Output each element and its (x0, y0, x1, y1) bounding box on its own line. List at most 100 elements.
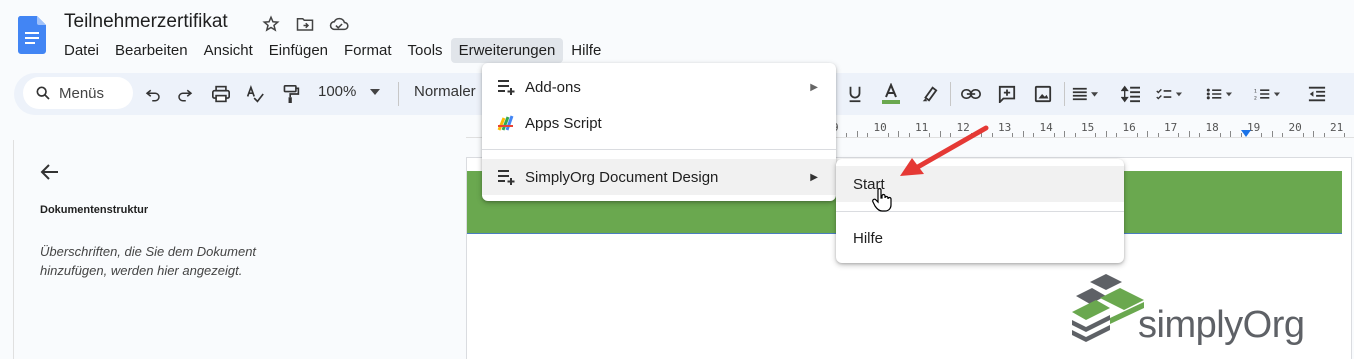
menu-einfuegen[interactable]: Einfügen (261, 38, 336, 63)
ruler-number: 14 (1039, 121, 1053, 134)
ruler-number: 15 (1081, 121, 1095, 134)
addons-icon (496, 77, 516, 97)
outline-hint: Überschriften, die Sie dem Dokument hinz… (40, 244, 257, 278)
ruler-tick (1147, 131, 1149, 137)
menu-datei[interactable]: Datei (56, 38, 107, 63)
ruler-tick (1136, 133, 1138, 137)
addon-list-icon (496, 167, 516, 187)
toolbar-divider (950, 82, 951, 106)
menu-bar: Datei Bearbeiten Ansicht Einfügen Format… (56, 37, 609, 63)
extensions-menu: Add-ons ▶ Apps Script SimplyOrg Document… (482, 63, 836, 201)
ruler-tick (1261, 133, 1263, 137)
toolbar-divider (1064, 82, 1065, 106)
ruler-tick (1219, 133, 1221, 137)
menus-search-label: Menüs (59, 84, 105, 102)
ruler-number: 10 (873, 121, 887, 134)
ruler-tick (1053, 133, 1055, 137)
ruler-tick (1064, 131, 1066, 137)
submenu-item-hilfe[interactable]: Hilfe (836, 220, 1124, 256)
ruler-number: 17 (1164, 121, 1178, 134)
add-comment-icon[interactable] (994, 81, 1020, 107)
print-icon[interactable] (208, 81, 234, 107)
decrease-indent-icon[interactable] (1304, 81, 1330, 107)
menu-format[interactable]: Format (336, 38, 400, 63)
menu-item-label: SimplyOrg Document Design (525, 168, 719, 186)
menu-item-label: Add-ons (525, 78, 581, 96)
menu-item-apps-script[interactable]: Apps Script (482, 105, 836, 141)
zoom-value: 100% (318, 83, 357, 100)
ruler-tick (1282, 133, 1284, 137)
underline-icon[interactable] (842, 81, 868, 107)
undo-icon[interactable] (140, 81, 166, 107)
menu-tools[interactable]: Tools (400, 38, 451, 63)
align-icon[interactable] (1072, 81, 1098, 107)
ruler-tick (1105, 131, 1107, 137)
toolbar-divider (398, 82, 399, 106)
ruler-tick (1074, 133, 1076, 137)
simplyorg-logo-icon (1072, 274, 1144, 342)
ruler-number: 20 (1288, 121, 1302, 134)
menu-erweiterungen[interactable]: Erweiterungen (450, 37, 564, 63)
menus-search-button[interactable]: Menüs (23, 77, 133, 109)
ruler-tick (1178, 133, 1180, 137)
bulleted-list-icon[interactable] (1206, 81, 1232, 107)
ruler-tick (1188, 131, 1190, 137)
menu-ansicht[interactable]: Ansicht (196, 38, 261, 63)
right-indent-marker[interactable] (1241, 130, 1251, 137)
back-arrow-icon[interactable] (38, 160, 62, 184)
simplyorg-logo-text: simplyOrg (1138, 304, 1305, 346)
svg-text:1: 1 (1254, 88, 1257, 94)
annotation-arrow-icon (900, 125, 989, 176)
move-folder-icon[interactable] (294, 13, 316, 35)
ruler-tick (846, 133, 848, 137)
link-icon[interactable] (958, 81, 984, 107)
menu-item-label: Apps Script (525, 114, 602, 132)
ruler-tick (867, 133, 869, 137)
paragraph-style-select[interactable]: Normaler (414, 83, 476, 100)
checklist-icon[interactable] (1156, 81, 1182, 107)
insert-image-icon[interactable] (1030, 81, 1056, 107)
paint-format-icon[interactable] (278, 81, 304, 107)
submenu-arrow-icon: ▶ (810, 81, 818, 93)
menu-bearbeiten[interactable]: Bearbeiten (107, 38, 196, 63)
ruler-tick (1033, 133, 1035, 137)
svg-text:2: 2 (1254, 95, 1257, 101)
ruler-tick (1230, 131, 1232, 137)
ruler-tick (1095, 133, 1097, 137)
ruler-tick (1157, 133, 1159, 137)
ruler-tick (887, 133, 889, 137)
search-icon (36, 86, 50, 100)
menu-hilfe[interactable]: Hilfe (563, 38, 609, 63)
ruler-number: 21 (1330, 121, 1344, 134)
outline-title: Dokumentenstruktur (40, 204, 149, 216)
star-icon[interactable] (260, 13, 282, 35)
hand-cursor-icon (872, 188, 892, 212)
cloud-status-icon[interactable] (328, 13, 350, 35)
ruler-tick (1323, 133, 1325, 137)
line-spacing-icon[interactable] (1118, 81, 1144, 107)
ruler-tick (1012, 133, 1014, 137)
menu-item-addons[interactable]: Add-ons ▶ (482, 69, 836, 105)
ruler-tick (1313, 131, 1315, 137)
ruler-number: 18 (1205, 121, 1219, 134)
chevron-down-icon (370, 88, 381, 95)
ruler-tick (1302, 133, 1304, 137)
submenu-arrow-icon: ▶ (810, 171, 818, 183)
zoom-select[interactable]: 100% (318, 83, 381, 100)
numbered-list-icon[interactable]: 12 (1254, 81, 1280, 107)
ruler-tick (1344, 133, 1346, 137)
highlight-icon[interactable] (916, 81, 942, 107)
document-title[interactable]: Teilnehmerzertifikat (64, 11, 228, 33)
vertical-ruler[interactable] (0, 140, 14, 359)
ruler-tick (1271, 131, 1273, 137)
redo-icon[interactable] (172, 81, 198, 107)
menu-divider (482, 149, 836, 150)
google-docs-icon[interactable] (18, 16, 46, 54)
menu-item-simplyorg[interactable]: SimplyOrg Document Design ▶ (482, 159, 836, 195)
text-color-icon[interactable] (878, 81, 904, 107)
ruler-tick (1199, 133, 1201, 137)
ruler-tick (856, 131, 858, 137)
ruler-number: 16 (1122, 121, 1136, 134)
spellcheck-icon[interactable] (242, 81, 268, 107)
ruler-tick (1116, 133, 1118, 137)
